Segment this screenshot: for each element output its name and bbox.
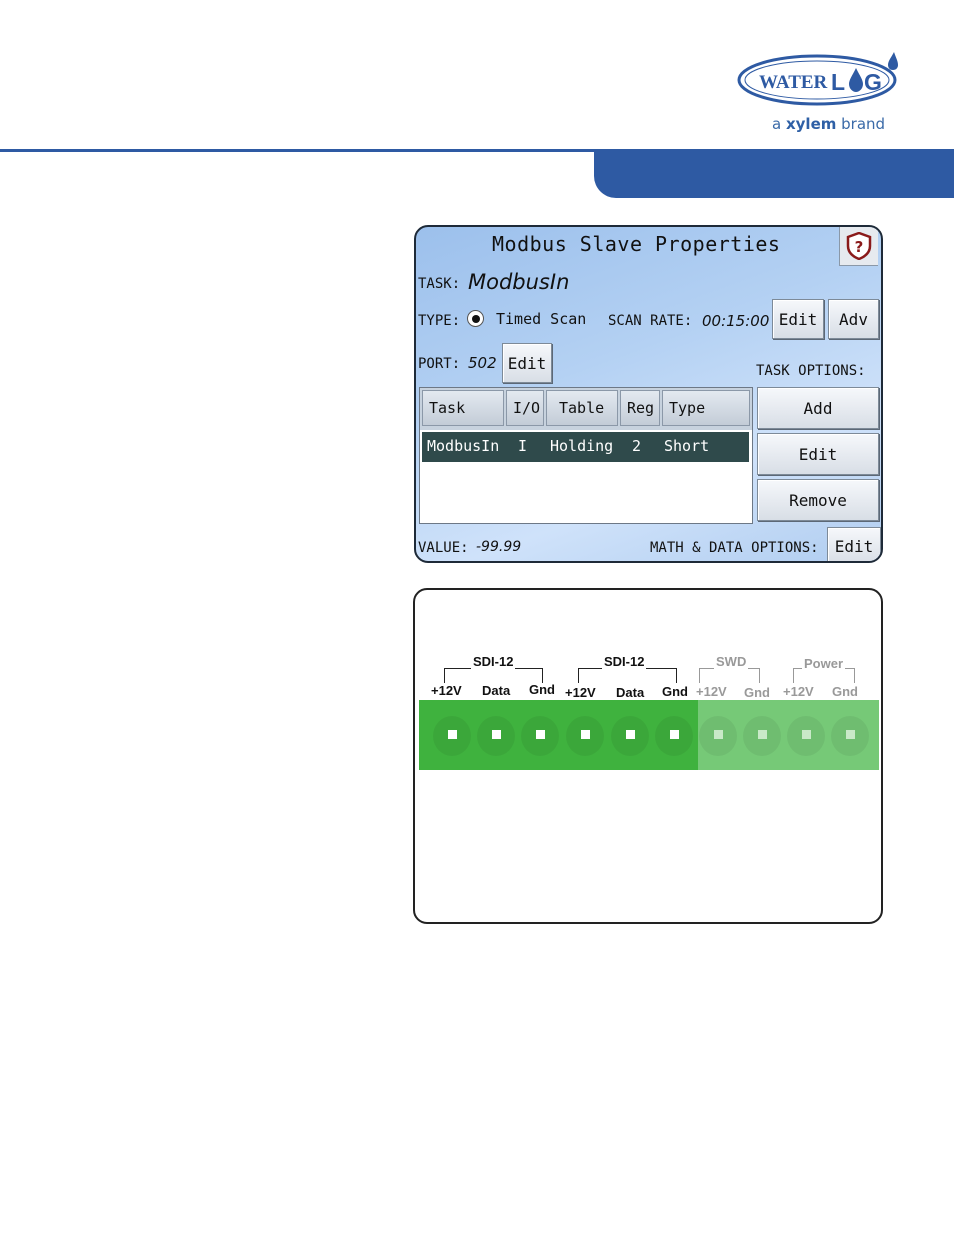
- table-header: Task I/O Table Reg Type: [420, 388, 752, 430]
- svg-text:L: L: [831, 69, 845, 95]
- type-label: TYPE:: [418, 313, 461, 329]
- column-header[interactable]: Reg: [620, 390, 660, 426]
- column-header[interactable]: Table: [546, 390, 618, 426]
- terminal-pin: [536, 730, 545, 739]
- terminal-pin: [626, 730, 635, 739]
- pin-label: +12V: [696, 684, 727, 699]
- value-label: VALUE:: [418, 540, 469, 556]
- scan-edit-button[interactable]: Edit: [772, 299, 824, 339]
- cell-io: I: [518, 437, 528, 455]
- svg-text:G: G: [864, 69, 882, 95]
- cell-table: Holding: [550, 437, 614, 455]
- group-sdi12-1: SDI-12: [471, 654, 516, 669]
- terminal-pin: [581, 730, 590, 739]
- column-header[interactable]: I/O: [506, 390, 544, 426]
- screen-title: Modbus Slave Properties: [492, 232, 781, 256]
- port-edit-button[interactable]: Edit: [502, 343, 552, 383]
- cell-reg: 2: [632, 437, 642, 455]
- math-options-label: MATH & DATA OPTIONS:: [650, 540, 819, 556]
- cell-task: ModbusIn: [427, 437, 500, 455]
- terminal-pin: [448, 730, 457, 739]
- swd-bracket: [699, 668, 760, 683]
- value-readout: -99.99: [476, 539, 522, 555]
- math-edit-button[interactable]: Edit: [827, 527, 881, 561]
- task-options-label: TASK OPTIONS:: [756, 363, 866, 379]
- help-button[interactable]: ?: [839, 227, 878, 266]
- port-label: PORT:: [418, 356, 461, 372]
- group-sdi12-2: SDI-12: [602, 654, 647, 669]
- column-header[interactable]: Type: [662, 390, 750, 426]
- pin-label: +12V: [783, 684, 814, 699]
- add-task-button[interactable]: Add: [757, 387, 879, 429]
- group-power: Power: [802, 656, 846, 671]
- waterlog-logo: WATER L G: [737, 52, 899, 106]
- sdi12-bracket-2: [578, 668, 677, 683]
- task-table: Task I/O Table Reg Type ModbusIn I Holdi…: [419, 387, 753, 524]
- section-tab: [594, 152, 954, 198]
- table-row[interactable]: ModbusIn I Holding 2 Short: [422, 432, 749, 462]
- question-shield-icon: ?: [846, 232, 872, 260]
- pin-label: Gnd: [744, 685, 770, 700]
- svg-text:?: ?: [855, 238, 864, 256]
- timed-scan-radio[interactable]: [467, 310, 484, 327]
- sdi12-bracket-1: [444, 668, 543, 683]
- pin-label: Gnd: [832, 684, 858, 699]
- type-value: Timed Scan: [496, 310, 587, 328]
- terminal-pin: [802, 730, 811, 739]
- group-swd: SWD: [714, 654, 749, 669]
- pin-label: +12V: [431, 683, 462, 698]
- connector-diagram: SDI-12 SDI-12 SWD Power +12V Data Gnd +1…: [413, 588, 883, 924]
- cell-type: Short: [664, 437, 710, 455]
- port-value: 502: [468, 354, 497, 372]
- remove-task-button[interactable]: Remove: [757, 479, 879, 521]
- terminal-pin: [670, 730, 679, 739]
- task-label: TASK:: [418, 276, 461, 292]
- svg-text:WATER: WATER: [759, 72, 828, 93]
- column-header[interactable]: Task: [422, 390, 504, 426]
- pin-label: +12V: [565, 685, 596, 700]
- terminal-pin: [492, 730, 501, 739]
- terminal-pin: [758, 730, 767, 739]
- scan-rate-label: SCAN RATE:: [608, 313, 693, 329]
- modbus-slave-screen: Modbus Slave Properties ? TASK: ModbusIn…: [414, 225, 883, 563]
- pin-label: Gnd: [662, 684, 688, 699]
- terminal-pin: [846, 730, 855, 739]
- task-value: ModbusIn: [468, 270, 570, 294]
- edit-task-button[interactable]: Edit: [757, 433, 879, 475]
- terminal-pin: [714, 730, 723, 739]
- pin-label: Data: [616, 685, 645, 700]
- pin-label: Data: [482, 683, 511, 698]
- pin-label: Gnd: [529, 682, 555, 697]
- scan-rate-value: 00:15:00: [702, 312, 770, 330]
- adv-button[interactable]: Adv: [828, 299, 879, 339]
- brand-tagline: a xylem brand: [772, 115, 886, 133]
